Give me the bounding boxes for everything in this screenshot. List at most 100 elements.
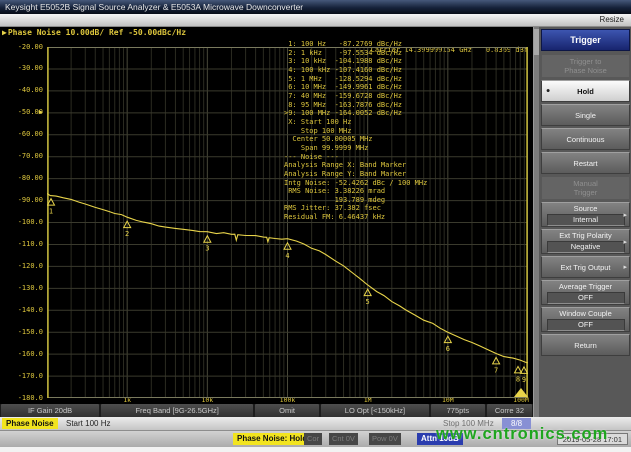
x-axis-tick-label: 100M [513,397,529,404]
correction-badge: Cor [304,433,322,445]
readout-line: 8: 95 MHz -163.7876 dBc/Hz [284,101,427,110]
trace-scale-label: Phase Noise 10.00dB/ Ref -50.00dBc/Hz [8,28,186,37]
menu-item-value: OFF [547,292,625,304]
status-segment-775pts: 775pts [431,404,485,417]
y-axis-tick-label: -160.0 [0,351,43,358]
menu-item-label: Ext Trig Output [560,263,610,272]
y-axis-tick-label: -90.00 [0,197,43,204]
menu-item-label: Phase Noise [564,66,607,75]
x-axis-tick-label: 1k [123,397,131,404]
marker-readout-block: 1: 100 Hz -87.2769 dBc/Hz 2: 1 kHz -97.5… [284,40,427,222]
control-voltage-badge: Cnt 0V [329,433,358,445]
svg-text:5: 5 [366,298,370,306]
start-frequency-label: Start 100 Hz [66,418,110,429]
readout-line: Stop 100 MHz [284,127,427,136]
y-axis-tick-label: -180.0 [0,395,43,402]
measurement-state-badge: Phase Noise: Hold [233,433,311,445]
readout-line: 7: 40 MHz -159.6728 dBc/Hz [284,92,427,101]
menu-item-label: Single [575,111,596,120]
selected-bullet-icon: ● [546,88,550,95]
resize-bar: Resize [0,14,631,27]
readout-line: Intg Noise: -52.4262 dBc / 100 MHz [284,179,427,188]
status-segment-omit: Omit [255,404,319,417]
svg-text:7: 7 [494,366,498,374]
readout-line: Residual FM: 6.46437 kHz [284,213,427,222]
menu-item-trigger-to-phase-noise: Trigger toPhase Noise [541,54,630,78]
svg-text:1: 1 [49,208,53,216]
menu-item-value: Internal [547,214,625,226]
y-axis-tick-label: -130.0 [0,285,43,292]
y-axis-tick-label: -30.00 [0,65,43,72]
resize-button[interactable]: Resize [600,14,624,26]
window-title: Keysight E5052B Signal Source Analyzer &… [5,2,303,12]
menu-item-label: Manual [573,179,598,188]
menu-item-label: Window Couple [559,309,612,318]
x-axis-tick-label: 1M [364,397,372,404]
svg-text:6: 6 [446,345,450,353]
menu-item-ext-trig-polarity[interactable]: Ext Trig PolarityNegative▸ [541,229,630,254]
y-axis-tick-label: -100.0 [0,219,43,226]
menu-item-restart[interactable]: Restart [541,152,630,174]
menu-item-window-couple[interactable]: Window CoupleOFF [541,307,630,332]
ref-level-arrow-icon: ▶ [0,109,43,116]
x-axis-tick-label: 100k [280,397,296,404]
readout-line: Analysis Range Y: Band Marker [284,170,427,179]
readout-line: 6: 10 MHz -149.9961 dBc/Hz [284,83,427,92]
y-axis-tick-label: -40.00 [0,87,43,94]
readout-line: >9: 100 MHz -164.0052 dBc/Hz [284,109,427,118]
menu-item-hold[interactable]: ● Hold [541,80,630,102]
readout-line: 2: 1 kHz -97.5534 dBc/Hz [284,49,427,58]
readout-line: 1: 100 Hz -87.2769 dBc/Hz [284,40,427,49]
menu-item-label: Continuous [567,135,605,144]
menu-item-value: Negative [547,241,625,253]
x-axis-tick-label: 10M [442,397,454,404]
window-title-bar: Keysight E5052B Signal Source Analyzer &… [0,0,631,14]
menu-scrollbar-thumb[interactable] [534,29,539,55]
submenu-arrow-icon: ▸ [623,238,627,246]
watermark-text: www.cntronics.com [436,425,608,444]
menu-item-continuous[interactable]: Continuous [541,128,630,150]
y-axis-tick-label: -110.0 [0,241,43,248]
menu-item-single[interactable]: Single [541,104,630,126]
readout-line: 5: 1 MHz -128.5294 dBc/Hz [284,75,427,84]
y-axis-tick-label: -80.00 [0,175,43,182]
readout-line: 4: 100 kHz -107.4160 dBc/Hz [284,66,427,75]
menu-item-label: Return [574,341,597,350]
menu-item-return[interactable]: Return [541,334,630,356]
svg-text:3: 3 [205,245,209,253]
y-axis-tick-label: -150.0 [0,329,43,336]
readout-line: 193.789 mdeg [284,196,427,205]
menu-scrollbar[interactable] [534,27,539,417]
menu-item-label: Source [574,204,598,213]
y-axis-tick-label: -70.00 [0,153,43,160]
readout-line: Center 50.00005 MHz [284,135,427,144]
y-axis-tick-label: -170.0 [0,373,43,380]
status-segment-freq-band-9g-26-5ghz: Freq Band [9G-26.5GHz] [101,404,253,417]
menu-items: Trigger toPhase Noise ● Hold Single Continuo… [541,54,630,356]
status-segment-lo-opt-150khz: LO Opt [<150kHz] [321,404,429,417]
status-segment-if-gain-20db: IF Gain 20dB [1,404,99,417]
y-axis-tick-label: -20.00 [0,44,43,51]
menu-item-label: Ext Trig Polarity [559,231,612,240]
readout-line: 3: 10 kHz -104.1988 dBc/Hz [284,57,427,66]
menu-item-label: Average Trigger [559,282,612,291]
svg-text:9: 9 [522,376,526,384]
menu-item-ext-trig-output[interactable]: Ext Trig Output ▸ [541,256,630,278]
phase-noise-tab[interactable]: Phase Noise [2,418,58,429]
power-voltage-badge: Pow 0V [369,433,401,445]
readout-line: RMS Noise: 3.38226 mrad [284,187,427,196]
menu-item-label: Hold [577,87,594,96]
menu-item-label: Trigger to [570,57,602,66]
menu-item-average-trigger[interactable]: Average TriggerOFF [541,280,630,305]
readout-line: --- Noise --- [284,153,427,162]
menu-item-label: Trigger [574,188,597,197]
instrument-screen: ▶Phase Noise 10.00dB/ Ref -50.00dBc/Hz C… [0,27,533,417]
readout-line: Analysis Range X: Band Marker [284,161,427,170]
active-trace-arrow-icon: ▶ [2,28,7,37]
readout-line: Span 99.9999 MHz [284,144,427,153]
submenu-arrow-icon: ▸ [623,263,627,271]
status-segment-corre-32: Corre 32 [487,404,532,417]
y-axis-tick-label: -120.0 [0,263,43,270]
menu-item-source[interactable]: SourceInternal▸ [541,202,630,227]
menu-item-value: OFF [547,319,625,331]
